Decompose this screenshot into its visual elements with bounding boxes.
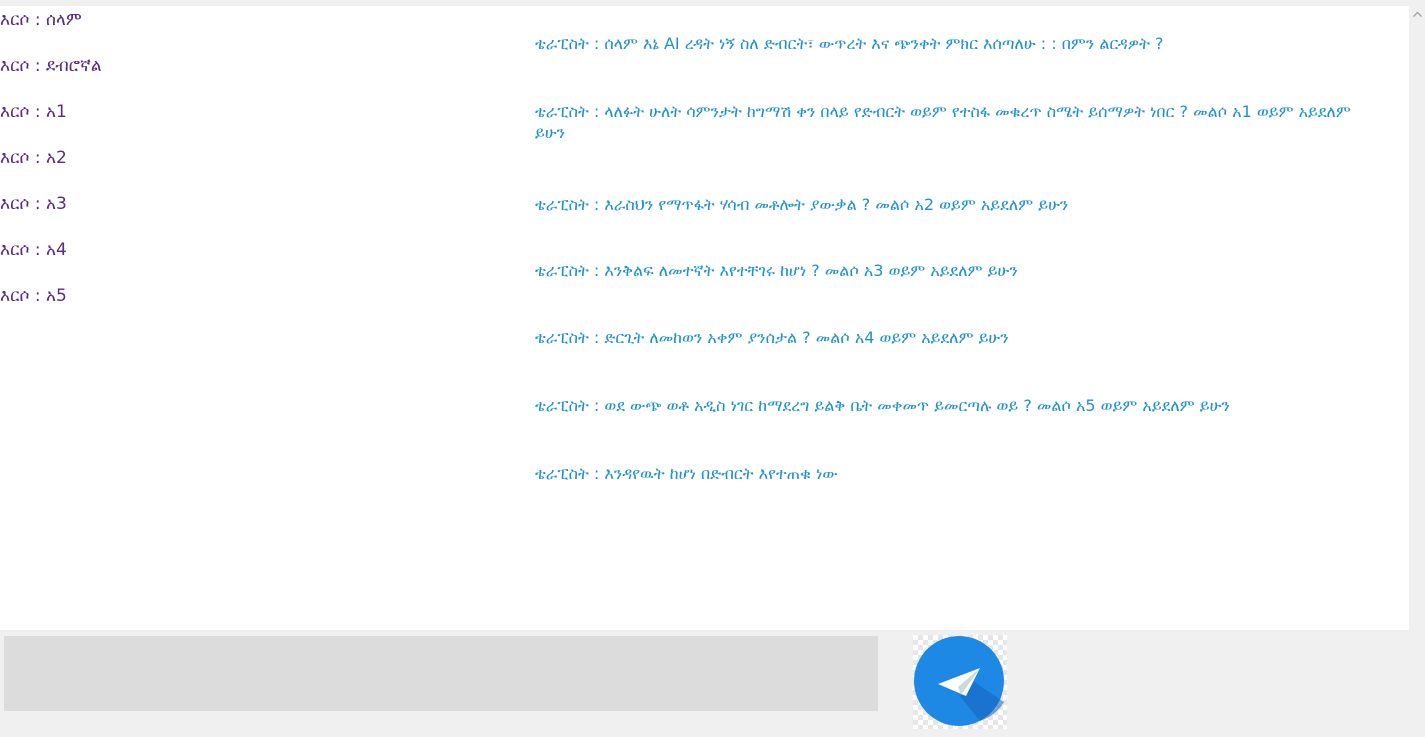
user-message: እርሶ : ደብሮኛል [0,56,102,76]
user-message: እርሶ : ሰላም [0,10,82,30]
bot-message: ቴራፒስት : ድርጊት ለመከወን አቀም ያንሰታል ? መልሶ አ4 ወይ… [535,328,1009,347]
user-message: እርሶ : አ1 [0,102,67,122]
vertical-scrollbar[interactable] [1409,6,1425,630]
bot-message: ቴራፒስት : ላለፉት ሁለት ሳምንታት ከግማሽ ቀን በላይ የድብርት… [535,102,1351,142]
user-message: እርሶ : አ2 [0,148,67,168]
send-button[interactable] [913,635,1007,729]
user-message: እርሶ : አ5 [0,286,67,306]
paper-plane-icon [914,636,1004,726]
message-input[interactable] [4,636,878,711]
bot-message: ቴራፒስት : እንቅልፍ ለመተኛት እየተቸገሩ ከሆነ ? መልሶ አ3 … [535,261,1018,280]
user-message: እርሶ : አ3 [0,194,67,214]
chevron-up-icon[interactable] [1409,6,1425,22]
chat-history[interactable]: እርሶ : ሰላም እርሶ : ደብሮኛል እርሶ : አ1 እርሶ : አ2 … [0,6,1409,630]
user-message-column: እርሶ : ሰላም እርሶ : ደብሮኛል እርሶ : አ1 እርሶ : አ2 … [0,9,420,331]
bot-message: ቴራፒስት : እራስህን የማጥፋት ሃሳብ መቶሎት ያውቃል ? መልሶ … [535,195,1069,214]
user-message: እርሶ : አ4 [0,240,67,260]
bot-message-column: ቴራፒስት : ሰላም እኔ AI ረዳት ነኝ ስለ ድብርት፣ ውጥረት እ… [535,33,1385,484]
bot-message: ቴራፒስት : እንዳየዉት ከሆነ በድብርት እየተጠቁ ነው [535,464,838,483]
chat-app: እርሶ : ሰላም እርሶ : ደብሮኛል እርሶ : አ1 እርሶ : አ2 … [0,0,1425,737]
bot-message: ቴራፒስት : ወደ ውጭ ወቶ አዲስ ነገር ከማደረግ ይልቅ ቤት መቀ… [535,396,1230,415]
bot-message: ቴራፒስት : ሰላም እኔ AI ረዳት ነኝ ስለ ድብርት፣ ውጥረት እ… [535,34,1164,53]
